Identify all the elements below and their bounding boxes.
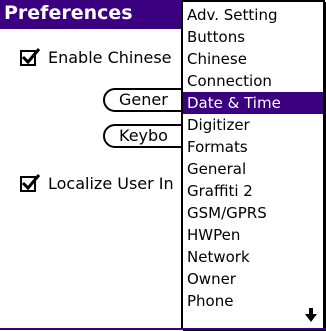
menu-item-adv-setting[interactable]: Adv. Setting <box>183 4 323 26</box>
menu-item-owner[interactable]: Owner <box>183 268 323 290</box>
checkmark-icon <box>21 173 41 190</box>
menu-item-formats[interactable]: Formats <box>183 136 323 158</box>
general-button[interactable]: Gener <box>103 88 193 112</box>
menu-item-hwpen[interactable]: HWPen <box>183 224 323 246</box>
menu-item-date-time[interactable]: Date & Time <box>183 92 323 114</box>
app-title[interactable]: Preferences <box>0 0 184 26</box>
menu-item-buttons[interactable]: Buttons <box>183 26 323 48</box>
title-underline <box>0 26 184 29</box>
bottom-divider <box>0 328 326 330</box>
enable-chinese-row[interactable]: Enable Chinese <box>20 47 172 67</box>
localize-user-checkbox[interactable] <box>20 173 41 192</box>
menu-item-graffiti-2[interactable]: Graffiti 2 <box>183 180 323 202</box>
menu-item-gsm-gprs[interactable]: GSM/GPRS <box>183 202 323 224</box>
localize-user-row[interactable]: Localize User In <box>20 173 174 193</box>
menu-item-network[interactable]: Network <box>183 246 323 268</box>
arrow-down-icon[interactable] <box>305 308 317 322</box>
enable-chinese-label: Enable Chinese <box>48 48 172 67</box>
preferences-menu[interactable]: Adv. Setting Buttons Chinese Connection … <box>181 0 325 330</box>
menu-item-general[interactable]: General <box>183 158 323 180</box>
enable-chinese-checkbox[interactable] <box>20 47 41 66</box>
menu-item-connection[interactable]: Connection <box>183 70 323 92</box>
menu-item-phone[interactable]: Phone <box>183 290 323 312</box>
menu-item-chinese[interactable]: Chinese <box>183 48 323 70</box>
keyboard-button[interactable]: Keybo <box>103 124 193 148</box>
checkmark-icon <box>21 47 41 64</box>
menu-item-digitizer[interactable]: Digitizer <box>183 114 323 136</box>
localize-user-label: Localize User In <box>48 174 174 193</box>
